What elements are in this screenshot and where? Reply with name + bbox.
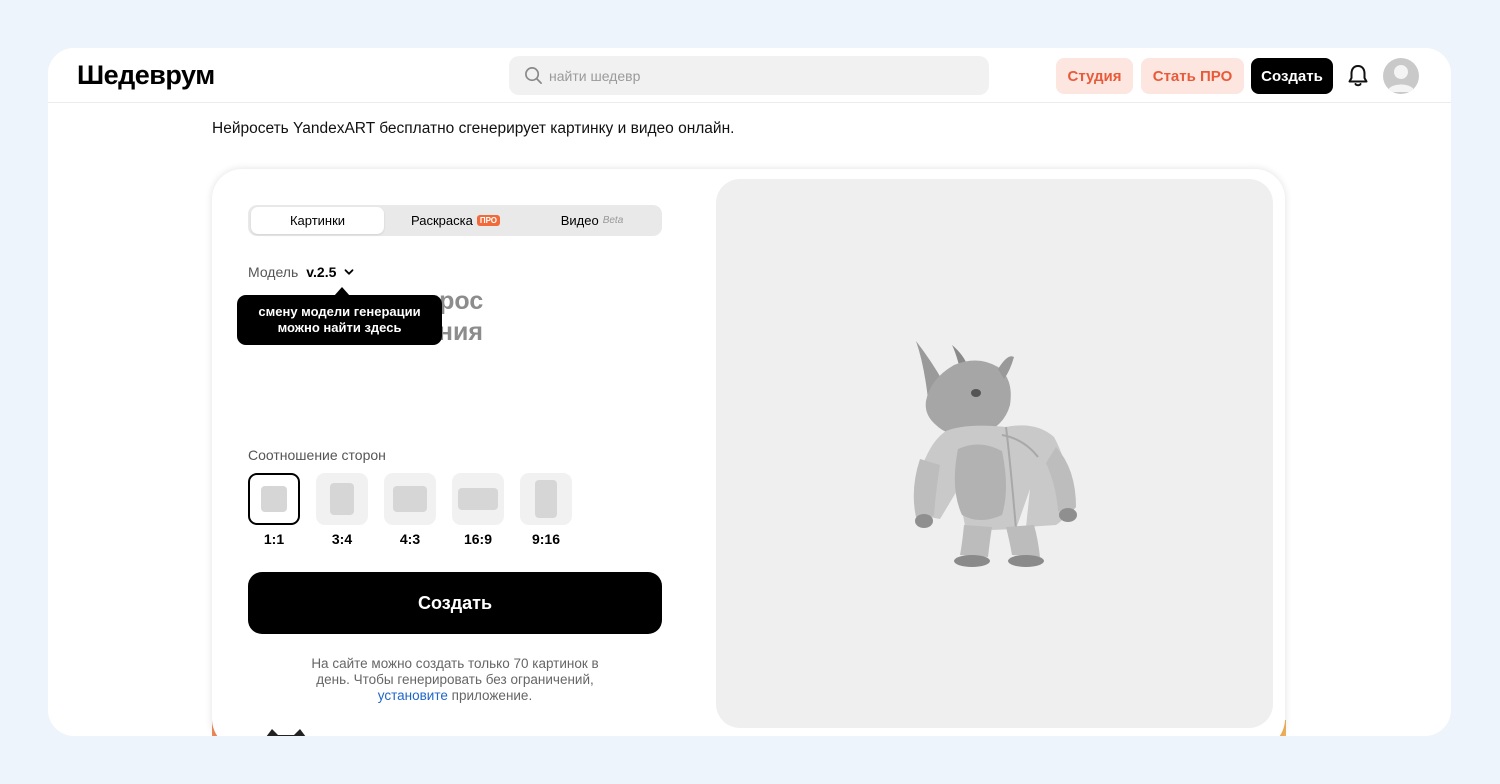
pro-badge: ПРО <box>476 215 501 226</box>
model-label: Модель <box>248 264 299 280</box>
generate-button[interactable]: Создать <box>248 572 662 634</box>
get-pro-button[interactable]: Стать ПРО <box>1141 58 1244 94</box>
ratio-option-16-9[interactable] <box>452 473 504 525</box>
tab-images[interactable]: Картинки <box>251 207 384 234</box>
search-icon <box>525 67 542 84</box>
studio-button[interactable]: Студия <box>1056 58 1133 94</box>
tab-label: Раскраска <box>410 213 473 228</box>
generator-card: Картинки Раскраска ПРО Видео Beta Модель… <box>212 169 1285 736</box>
ratio-option-9-16[interactable] <box>520 473 572 525</box>
tooltip-line: можно найти здесь <box>277 320 402 335</box>
tab-coloring[interactable]: Раскраска ПРО <box>388 207 523 234</box>
avatar[interactable] <box>1383 58 1419 94</box>
beta-badge: Beta <box>602 215 624 226</box>
bell-icon[interactable] <box>1345 63 1371 89</box>
tab-label: Видео <box>560 213 599 228</box>
header: Шедеврум Студия Стать ПРО Создать <box>48 48 1451 103</box>
limit-note-line: день. Чтобы генерировать без ограничений… <box>316 672 594 687</box>
ratio-label: 9:16 <box>531 531 561 547</box>
search-input[interactable] <box>549 56 969 95</box>
limit-note-line: На сайте можно создать только 70 картино… <box>311 656 599 671</box>
install-app-link[interactable]: установите <box>378 688 448 703</box>
tab-video[interactable]: Видео Beta <box>526 207 658 234</box>
limit-note: На сайте можно создать только 70 картино… <box>268 656 642 704</box>
ratio-option-3-4[interactable] <box>316 473 368 525</box>
ratio-label: 4:3 <box>399 531 421 547</box>
ratio-shape <box>393 486 427 512</box>
ratio-option-4-3[interactable] <box>384 473 436 525</box>
mode-tabs: Картинки Раскраска ПРО Видео Beta <box>248 205 662 236</box>
limit-note-tail: приложение. <box>451 688 533 703</box>
create-button[interactable]: Создать <box>1251 58 1333 94</box>
model-value[interactable]: v.2.5 <box>306 264 336 280</box>
logo[interactable]: Шедеврум <box>77 60 215 91</box>
ratio-label: 16:9 <box>463 531 493 547</box>
model-selector[interactable]: Модель v.2.5 <box>248 264 354 280</box>
limit-note-line: установите приложение. <box>268 688 642 704</box>
aspect-ratio-label: Соотношение сторон <box>248 447 386 463</box>
chevron-down-icon[interactable] <box>344 267 354 277</box>
mascot-fragment <box>266 729 306 736</box>
tooltip-line: смену модели генерации <box>258 304 421 319</box>
search-bar[interactable] <box>509 56 989 95</box>
app-frame: Шедеврум Студия Стать ПРО Создать Нейрос… <box>48 48 1451 736</box>
rhino-illustration <box>913 341 1077 567</box>
ratio-option-1-1[interactable] <box>248 473 300 525</box>
user-icon <box>1387 65 1415 92</box>
ratio-shape <box>535 480 557 518</box>
image-preview <box>716 179 1273 728</box>
ratio-label: 3:4 <box>331 531 353 547</box>
page-subtitle: Нейросеть YandexART бесплатно сгенерируе… <box>212 120 735 137</box>
model-tooltip: смену модели генерации можно найти здесь <box>237 295 442 345</box>
ratio-shape <box>261 486 287 512</box>
ratio-shape <box>330 483 354 515</box>
ratio-label: 1:1 <box>263 531 285 547</box>
ratio-shape <box>458 488 498 510</box>
tab-label: Картинки <box>289 213 346 228</box>
